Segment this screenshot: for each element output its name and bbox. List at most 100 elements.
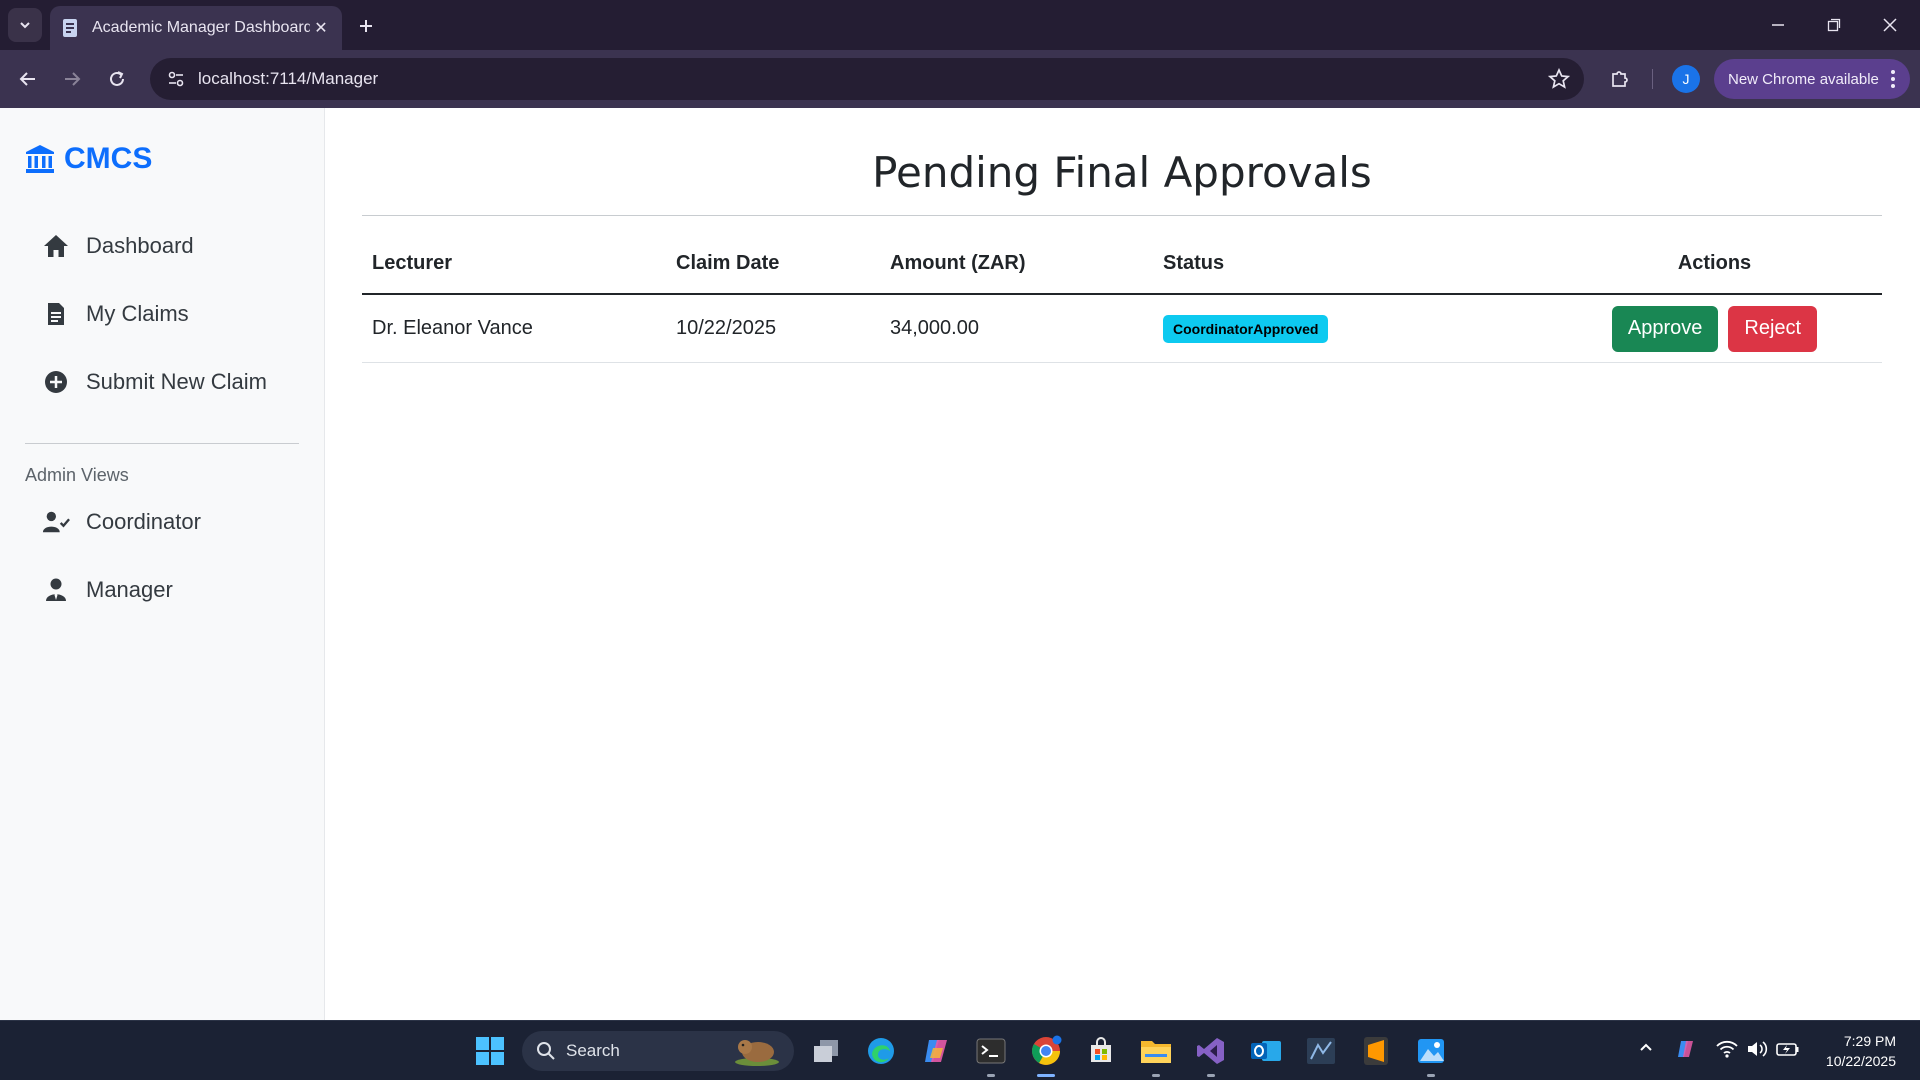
- windows-taskbar: Search 7:29 PM 10/22/2025: [0, 1020, 1920, 1080]
- volume-icon[interactable]: [1746, 1039, 1768, 1064]
- bookmark-star-icon[interactable]: [1547, 67, 1571, 95]
- approvals-table: Lecturer Claim Date Amount (ZAR) Status …: [362, 233, 1882, 363]
- column-header-actions: Actions: [1677, 251, 1752, 274]
- back-button[interactable]: [12, 63, 44, 95]
- search-placeholder: Search: [566, 1041, 620, 1060]
- approve-button[interactable]: Approve: [1611, 305, 1719, 352]
- site-settings-icon[interactable]: [154, 58, 198, 100]
- main-content: Pending Final Approvals Lecturer Claim D…: [326, 108, 1920, 1020]
- plus-icon: [360, 20, 372, 32]
- chrome-icon: [1032, 1035, 1062, 1065]
- task-view-icon: [814, 1040, 838, 1062]
- more-vertical-icon[interactable]: [1890, 69, 1896, 93]
- arrow-right-icon: [65, 72, 81, 86]
- title-divider: [362, 215, 1882, 216]
- forward-button[interactable]: [56, 63, 88, 95]
- page-title: Pending Final Approvals: [872, 148, 1372, 197]
- extensions-puzzle-icon[interactable]: [1604, 63, 1636, 95]
- arrow-left-icon: [19, 72, 35, 86]
- taskbar-app-chrome[interactable]: [1026, 1031, 1066, 1077]
- update-label: New Chrome available: [1728, 70, 1879, 88]
- url-text[interactable]: localhost:7114/Manager: [198, 69, 378, 89]
- reject-button[interactable]: Reject: [1728, 305, 1818, 352]
- cell-actions: Approve Reject: [1547, 305, 1882, 352]
- taskbar-app-terminal[interactable]: [971, 1031, 1011, 1077]
- user-tie-icon: [42, 576, 70, 604]
- photos-icon: [1418, 1039, 1444, 1063]
- taskbar-app-edge[interactable]: [861, 1031, 901, 1071]
- running-indicator: [1152, 1074, 1160, 1077]
- browser-toolbar: localhost:7114/Manager J New Chrome avai…: [0, 50, 1920, 108]
- table-header-row: Lecturer Claim Date Amount (ZAR) Status …: [362, 233, 1882, 295]
- close-icon: [1883, 18, 1897, 32]
- taskbar-app-file-explorer[interactable]: [1136, 1031, 1176, 1077]
- sidebar-item-label: Manager: [86, 577, 173, 602]
- show-hidden-icons-chevron-up-icon[interactable]: [1638, 1039, 1654, 1060]
- clock-time: 7:29 PM: [1843, 1033, 1896, 1049]
- new-tab-button[interactable]: [352, 12, 380, 40]
- close-window-button[interactable]: [1862, 0, 1918, 50]
- start-button[interactable]: [470, 1031, 510, 1071]
- visual-studio-icon: [1197, 1038, 1224, 1064]
- taskbar-app-sql-server[interactable]: [1301, 1031, 1341, 1071]
- sidebar-item-coordinator[interactable]: Coordinator: [42, 502, 201, 542]
- system-clock[interactable]: 7:29 PM 10/22/2025: [1826, 1031, 1896, 1071]
- sidebar-item-manager[interactable]: Manager: [42, 570, 173, 610]
- running-indicator: [1037, 1074, 1055, 1077]
- reload-button[interactable]: [101, 63, 133, 95]
- column-header-claim-date: Claim Date: [676, 251, 780, 274]
- page-favicon-icon: [62, 18, 80, 38]
- taskbar-app-store[interactable]: [1081, 1031, 1121, 1071]
- taskbar-app-outlook[interactable]: [1246, 1031, 1286, 1071]
- sidebar-item-dashboard[interactable]: Dashboard: [42, 226, 194, 266]
- minimize-button[interactable]: [1750, 0, 1806, 50]
- sidebar-item-label: Submit New Claim: [86, 369, 267, 394]
- tab-search-button[interactable]: [8, 8, 42, 42]
- sidebar-divider: [25, 443, 299, 444]
- minimize-icon: [1772, 24, 1784, 26]
- sidebar-item-submit-new-claim[interactable]: Submit New Claim: [42, 362, 267, 402]
- profile-avatar[interactable]: J: [1672, 65, 1700, 93]
- edge-icon: [868, 1038, 894, 1064]
- reload-icon: [110, 71, 124, 86]
- folder-icon: [1141, 1041, 1171, 1063]
- restore-button[interactable]: [1806, 0, 1862, 50]
- browser-tab-active[interactable]: Academic Manager Dashboard ✕: [50, 6, 342, 50]
- home-icon: [42, 232, 70, 260]
- cell-amount: 34,000.00: [890, 317, 979, 339]
- chevron-down-icon: [20, 22, 30, 29]
- terminal-icon: [976, 1038, 1006, 1064]
- wifi-icon[interactable]: [1716, 1039, 1738, 1064]
- database-tool-icon: [1307, 1038, 1335, 1064]
- clock-date: 10/22/2025: [1825, 1053, 1896, 1069]
- taskbar-app-visual-studio[interactable]: [1191, 1031, 1231, 1077]
- brand-link[interactable]: CMCS: [24, 142, 152, 176]
- windows-logo-icon: [476, 1037, 504, 1065]
- tab-close-icon[interactable]: ✕: [310, 17, 332, 39]
- sidebar-item-my-claims[interactable]: My Claims: [42, 294, 189, 334]
- taskbar-app-photos[interactable]: [1411, 1031, 1451, 1077]
- task-view-button[interactable]: [806, 1031, 846, 1071]
- document-icon: [42, 300, 70, 328]
- battery-charging-icon[interactable]: [1776, 1039, 1800, 1064]
- taskbar-app-copilot[interactable]: [916, 1031, 956, 1071]
- sidebar-item-label: Dashboard: [86, 233, 194, 258]
- column-header-status: Status: [1163, 251, 1225, 274]
- sidebar: CMCS Dashboard My Claims Submit New Clai…: [0, 108, 325, 1020]
- taskbar-search-box[interactable]: Search: [522, 1031, 794, 1071]
- taskbar-app-sublime-text[interactable]: [1356, 1031, 1396, 1071]
- admin-views-heading: Admin Views: [25, 465, 129, 485]
- address-bar[interactable]: localhost:7114/Manager: [150, 58, 1584, 100]
- table-row: Dr. Eleanor Vance 10/22/2025 34,000.00 C…: [362, 295, 1882, 363]
- column-header-amount: Amount (ZAR): [890, 251, 1026, 274]
- copilot-icon: [925, 1040, 947, 1062]
- sidebar-item-label: Coordinator: [86, 509, 201, 534]
- search-highlight-animal-icon: [735, 1040, 779, 1066]
- copilot-tray-icon[interactable]: [1676, 1039, 1696, 1064]
- sublime-text-icon: [1364, 1037, 1388, 1065]
- new-chrome-available-button[interactable]: New Chrome available: [1714, 59, 1910, 99]
- running-indicator: [1427, 1074, 1435, 1077]
- status-badge: CoordinatorApproved: [1163, 314, 1329, 343]
- user-check-icon: [42, 508, 70, 536]
- cell-claim-date: 10/22/2025: [676, 317, 777, 339]
